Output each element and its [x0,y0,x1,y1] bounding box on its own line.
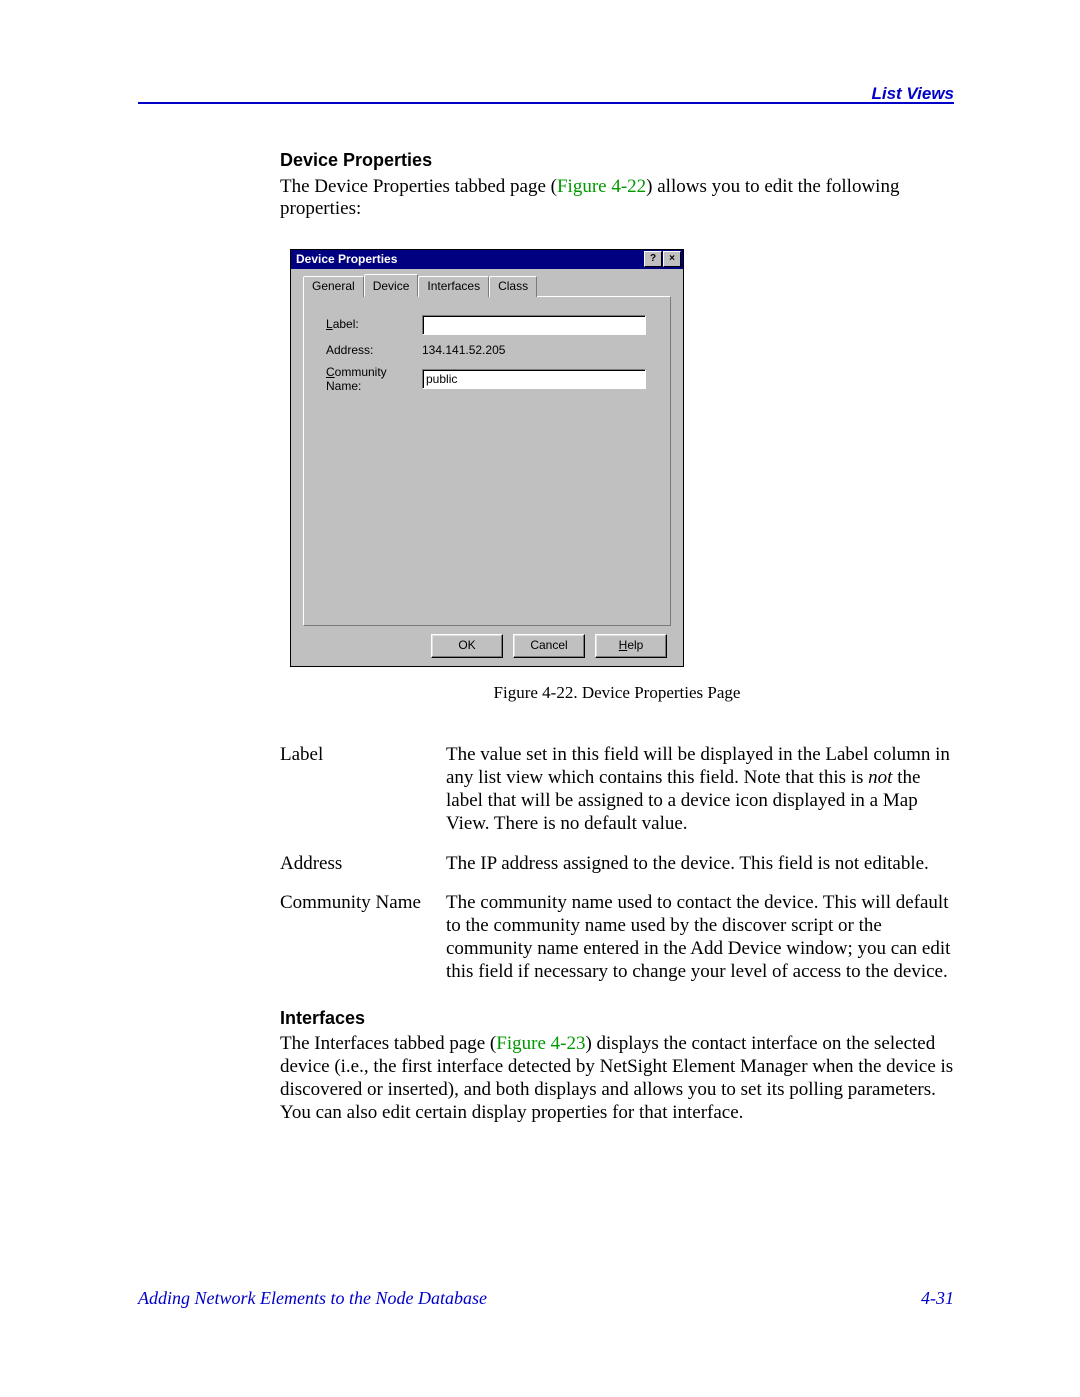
label-label: Label: [326,317,422,331]
dialog-button-row: OK Cancel Help [297,626,677,658]
label-underline: L [326,317,333,331]
tabs-wrap: General Device Interfaces Class Label: A… [303,275,671,625]
document-page: List Views Device Properties The Device … [0,0,1080,1397]
address-value: 134.141.52.205 [422,343,505,357]
tab-device[interactable]: Device [364,274,419,296]
community-rest: ommunity Name: [326,365,387,393]
table-row: Community Name The community name used t… [280,891,954,1000]
header-section-label: List Views [871,84,954,104]
def-desc-label: The value set in this field will be disp… [446,743,954,852]
figure-caption: Figure 4-22. Device Properties Page [280,683,954,703]
tab-general[interactable]: General [303,276,364,296]
community-label: Community Name: [326,365,422,394]
figure-ref-4-22[interactable]: Figure 4-22 [557,176,646,197]
def0-part1-italic: not [868,767,892,788]
section2-paragraph: The Interfaces tabbed page (Figure 4-23)… [280,1033,954,1124]
ok-button[interactable]: OK [431,634,503,658]
device-properties-dialog: Device Properties ? × General Device Int… [290,249,684,666]
row-label: Label: [326,315,656,335]
figure-ref-4-23[interactable]: Figure 4-23 [496,1033,585,1054]
def-desc-community: The community name used to contact the d… [446,891,954,1000]
tab-panel-device: Label: Address: 134.141.52.205 Community… [303,296,671,626]
community-input[interactable]: public [422,369,646,389]
community-underline: C [326,365,335,379]
help-rest: elp [627,638,643,652]
table-row: Label The value set in this field will b… [280,743,954,852]
titlebar-buttons: ? × [644,251,681,267]
row-community: Community Name: public [326,365,656,394]
tab-interfaces[interactable]: Interfaces [418,276,489,296]
def-term-community: Community Name [280,891,446,1000]
cancel-button[interactable]: Cancel [513,634,585,658]
footer-right: 4-31 [921,1288,954,1309]
definitions-table: Label The value set in this field will b… [280,743,954,1000]
table-row: Address The IP address assigned to the d… [280,852,954,891]
def-term-address: Address [280,852,446,891]
section2-text-before: The Interfaces tabbed page ( [280,1033,496,1054]
section1-text-before: The Device Properties tabbed page ( [280,176,557,197]
dialog-body: General Device Interfaces Class Label: A… [291,269,683,665]
help-icon[interactable]: ? [644,251,662,267]
header-rule [138,102,954,104]
footer-left: Adding Network Elements to the Node Data… [138,1288,487,1309]
dialog-titlebar: Device Properties ? × [291,250,683,269]
def-desc-address: The IP address assigned to the device. T… [446,852,954,891]
help-button[interactable]: Help [595,634,667,658]
label-input[interactable] [422,315,646,335]
dialog-title: Device Properties [296,252,397,266]
def-term-label: Label [280,743,446,852]
main-content: Device Properties The Device Properties … [280,150,954,1142]
label-rest: abel: [333,317,359,331]
row-address: Address: 134.141.52.205 [326,343,656,357]
section1-paragraph: The Device Properties tabbed page (Figur… [280,176,954,222]
section-title-device-properties: Device Properties [280,150,954,172]
address-label: Address: [326,343,422,357]
close-icon[interactable]: × [663,251,681,267]
tab-class[interactable]: Class [489,276,537,296]
tab-strip: General Device Interfaces Class [303,276,671,296]
section-title-interfaces: Interfaces [280,1008,954,1030]
